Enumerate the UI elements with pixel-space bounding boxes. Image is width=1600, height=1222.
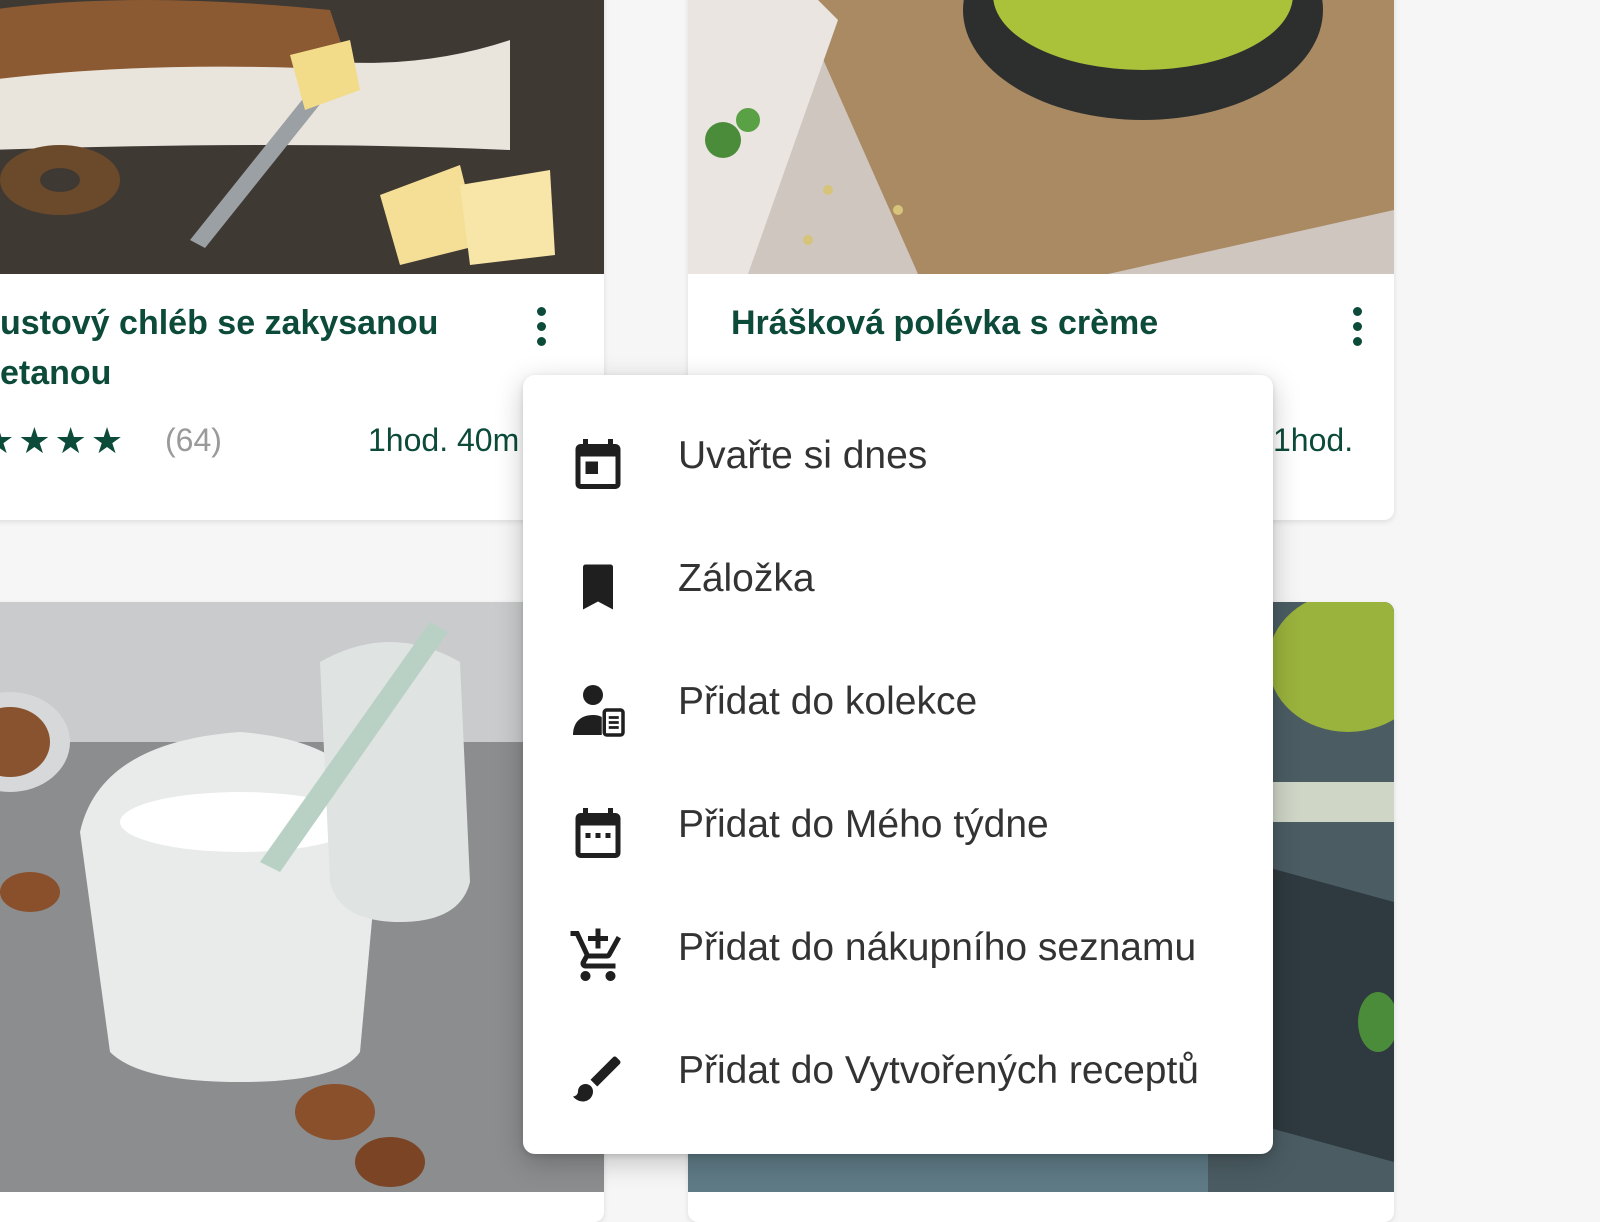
recipe-options-menu: Uvařte si dnes Záložka Přidat do kolekce… bbox=[523, 375, 1273, 1154]
bookmark-icon bbox=[583, 564, 613, 610]
recipe-image-bread[interactable] bbox=[0, 0, 604, 274]
menu-item-label: Přidat do Vytvořených receptů bbox=[678, 1049, 1199, 1092]
recipe-title-line1[interactable]: Hrášková polévka s crème bbox=[731, 298, 1158, 348]
cart-add-icon bbox=[570, 928, 621, 981]
menu-item-label: Přidat do nákupního seznamu bbox=[678, 926, 1197, 969]
calendar-today-icon bbox=[575, 439, 621, 489]
brush-icon bbox=[573, 1056, 621, 1102]
menu-item-bookmark[interactable]: Záložka bbox=[523, 518, 1273, 641]
menu-item-add-to-created-recipes[interactable]: Přidat do Vytvořených receptů bbox=[523, 1010, 1273, 1133]
recipe-time: 1hod. 40m bbox=[368, 422, 520, 458]
menu-item-label: Záložka bbox=[678, 557, 815, 600]
menu-item-label: Přidat do kolekce bbox=[678, 680, 978, 723]
menu-item-add-to-my-week[interactable]: Přidat do Mého týdne bbox=[523, 764, 1273, 887]
menu-item-add-to-collection[interactable]: Přidat do kolekce bbox=[523, 641, 1273, 764]
recipe-image-milk[interactable] bbox=[0, 602, 604, 1192]
collection-icon bbox=[573, 685, 625, 737]
rating-count: (64) bbox=[165, 422, 222, 458]
recipe-title-line2[interactable]: etanou bbox=[0, 348, 111, 398]
recipe-title-line1[interactable]: ustový chléb se zakysanou bbox=[0, 298, 438, 348]
rating-stars: ★★★★ bbox=[0, 420, 128, 461]
calendar-week-icon bbox=[575, 808, 621, 858]
recipe-time: 1hod. bbox=[1273, 422, 1354, 458]
recipe-image-soup[interactable] bbox=[688, 0, 1394, 274]
menu-item-label: Uvařte si dnes bbox=[678, 434, 928, 477]
recipe-card-bread[interactable]: ustový chléb se zakysanou etanou ★★★★ (6… bbox=[0, 0, 604, 520]
menu-item-add-to-shopping-list[interactable]: Přidat do nákupního seznamu bbox=[523, 887, 1273, 1010]
more-options-icon[interactable] bbox=[526, 305, 556, 349]
menu-item-cook-today[interactable]: Uvařte si dnes bbox=[523, 395, 1273, 518]
more-options-icon[interactable] bbox=[1342, 305, 1372, 349]
recipe-card-milk[interactable] bbox=[0, 602, 604, 1222]
menu-item-label: Přidat do Mého týdne bbox=[678, 803, 1049, 846]
